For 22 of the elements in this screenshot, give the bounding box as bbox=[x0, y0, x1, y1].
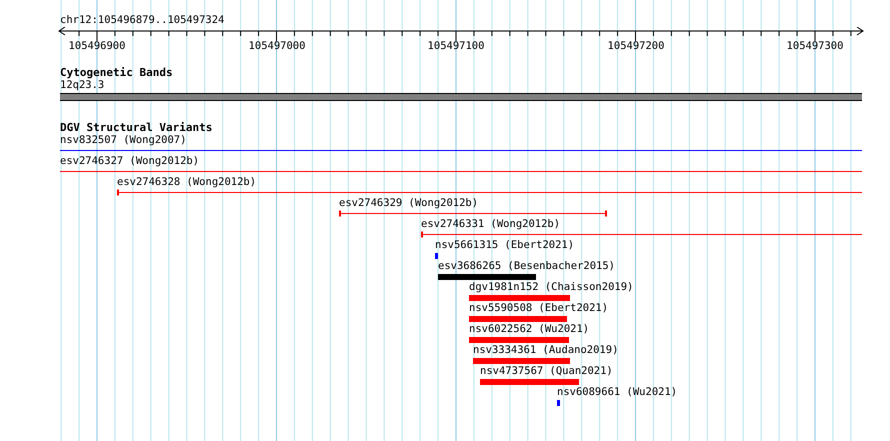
track-title: DGV Structural Variants bbox=[60, 121, 212, 134]
location-label: chr12:105496879..105497324 bbox=[60, 14, 224, 27]
feature-label: dgv1981n152 (Chaisson2019) bbox=[469, 281, 634, 294]
feature-label: esv2746328 (Wong2012b) bbox=[117, 176, 256, 189]
tick-label: 105497200 bbox=[608, 40, 664, 53]
feature-label: esv2746331 (Wong2012b) bbox=[421, 218, 560, 231]
feature-label: nsv5661315 (Ebert2021) bbox=[435, 239, 574, 252]
feature-label: nsv6022562 (Wu2021) bbox=[469, 323, 590, 336]
track-title: Cytogenetic Bands bbox=[60, 66, 173, 79]
band-label: 12q23.3 bbox=[60, 79, 104, 91]
feature-label: nsv832507 (Wong2007) bbox=[60, 134, 186, 147]
tick-label: 105497000 bbox=[248, 40, 306, 53]
tick-label: 105496900 bbox=[68, 40, 126, 53]
feature-label: nsv5590508 (Ebert2021) bbox=[469, 302, 608, 315]
feature-label: esv3686265 (Besenbacher2015) bbox=[438, 260, 616, 273]
feature-label: esv2746329 (Wong2012b) bbox=[339, 197, 478, 210]
feature-label: nsv3334361 (Audano2019) bbox=[473, 344, 618, 357]
tick-label: 105497100 bbox=[428, 40, 484, 53]
feature-label: esv2746327 (Wong2012b) bbox=[60, 155, 200, 168]
feature-label: nsv6089661 (Wu2021) bbox=[557, 386, 678, 399]
tick-label: 105497300 bbox=[786, 40, 844, 53]
feature-label: nsv4737567 (Quan2021) bbox=[480, 365, 613, 378]
